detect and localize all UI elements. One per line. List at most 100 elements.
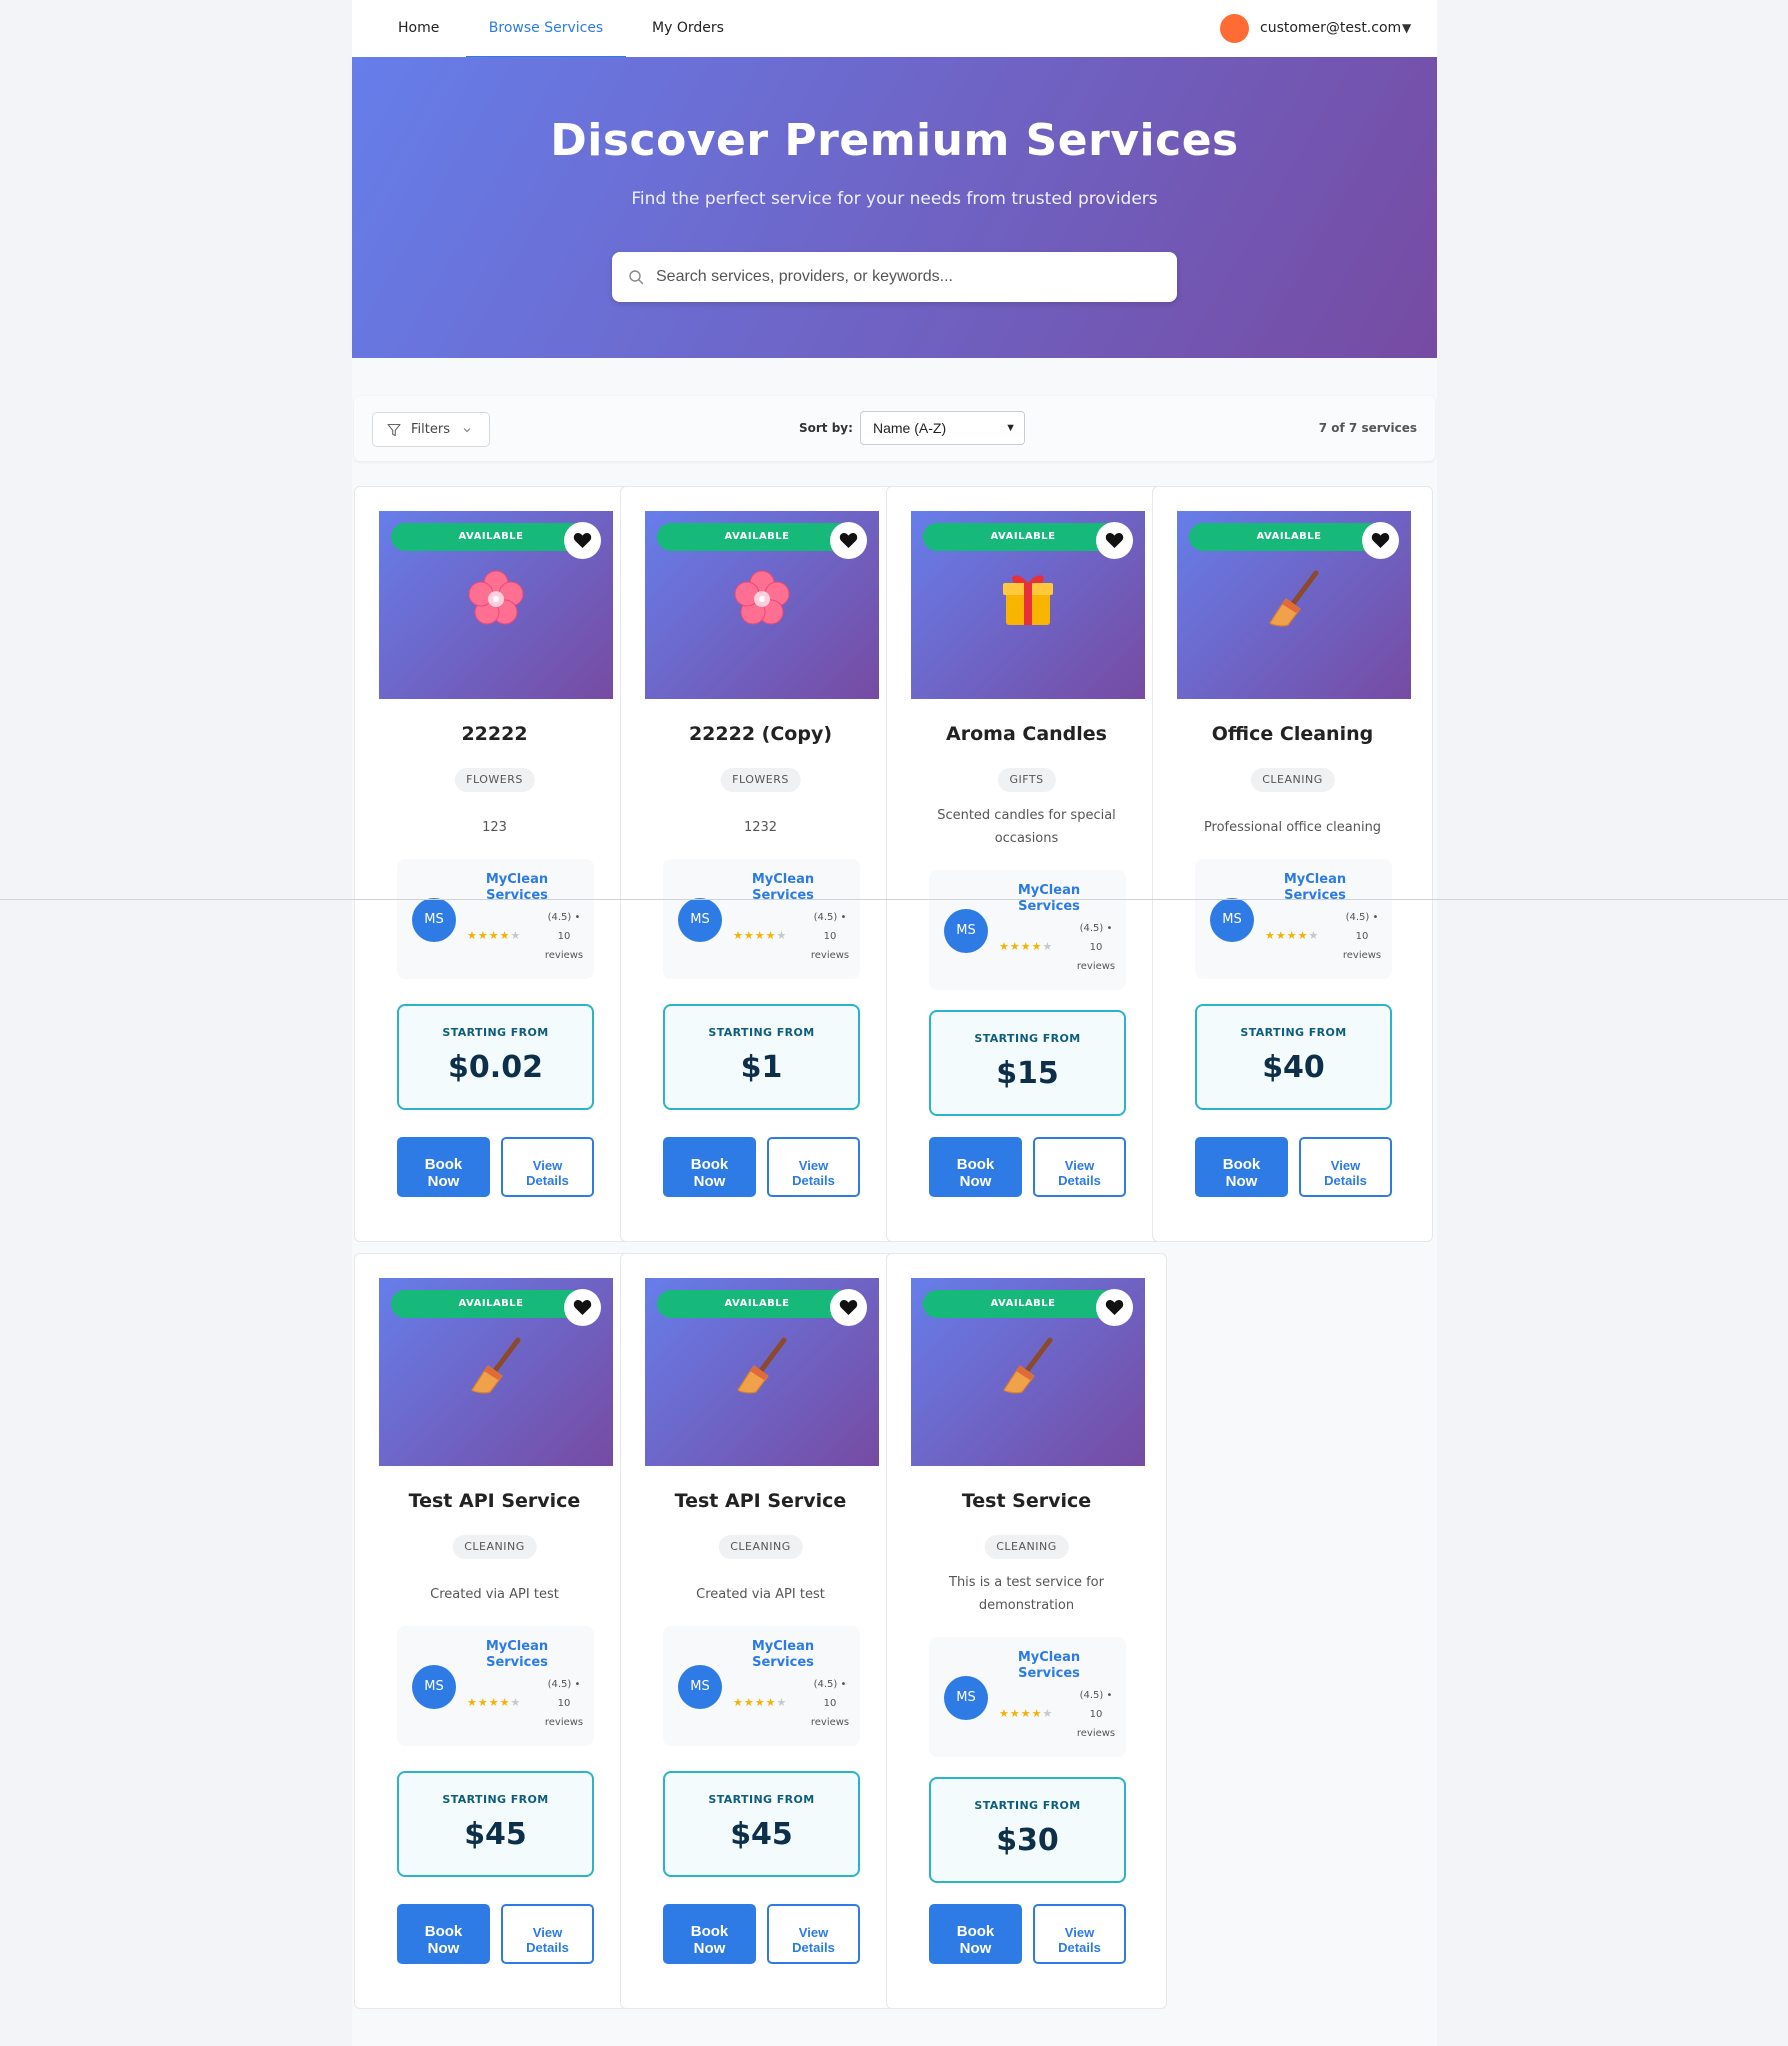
user-avatar[interactable] (1220, 14, 1249, 43)
user-menu-caret-icon[interactable]: ▼ (1402, 0, 1411, 57)
service-image[interactable]: AVAILABLE (379, 511, 613, 699)
search-box[interactable] (612, 252, 1177, 302)
view-details-button[interactable]: View Details (501, 1904, 594, 1964)
service-title[interactable]: 22222 (Copy) (621, 723, 900, 745)
price-box: STARTING FROM $15 (929, 1009, 1126, 1116)
service-description-line: Created via API test (430, 1587, 559, 1602)
service-card[interactable]: AVAILABLE Aroma Candles GIFTS Scented ca… (886, 486, 1167, 1242)
select-caret-icon: ▼ (1005, 422, 1016, 434)
service-image[interactable]: AVAILABLE (911, 1278, 1145, 1466)
book-now-button[interactable]: Book Now (929, 1137, 1022, 1197)
service-title[interactable]: Office Cleaning (1153, 723, 1432, 745)
provider-name[interactable]: MyClean Services (743, 1639, 823, 1671)
rating-stars: ★★★★★ (733, 1696, 788, 1709)
user-email[interactable]: customer@test.com (1260, 0, 1401, 57)
book-now-button[interactable]: Book Now (397, 1904, 490, 1964)
service-image[interactable]: AVAILABLE (645, 511, 879, 699)
provider-rating: (4.5) • 10 reviews (808, 1675, 852, 1732)
view-details-button[interactable]: View Details (767, 1904, 860, 1964)
search-input[interactable] (656, 252, 1156, 302)
book-label-line: Now (1225, 1173, 1258, 1190)
favorite-button[interactable] (830, 522, 867, 559)
provider-avatar: MS (1210, 898, 1254, 942)
service-card[interactable]: AVAILABLE 22222 FLOWERS 123 MS MyClean S… (354, 486, 635, 1242)
provider-panel[interactable]: MS MyClean Services ★★★★★ (4.5) • 10 rev… (663, 1626, 860, 1746)
book-now-button[interactable]: Book Now (663, 1137, 756, 1197)
price-value: $40 (1262, 1050, 1325, 1085)
nav-browse-services[interactable]: Browse Services (466, 0, 626, 59)
service-title[interactable]: 22222 (355, 723, 634, 745)
service-title[interactable]: Aroma Candles (887, 723, 1166, 745)
provider-panel[interactable]: MS MyClean Services ★★★★★ (4.5) • 10 rev… (929, 870, 1126, 990)
book-label-line: Book (690, 1156, 729, 1173)
provider-rating: (4.5) • 10 reviews (1340, 908, 1384, 965)
provider-name-line: MyClean (485, 1639, 549, 1654)
service-card[interactable]: AVAILABLE 22222 (Copy) FLOWERS 1232 MS M… (620, 486, 901, 1242)
service-card[interactable]: AVAILABLE Test API Service CLEANING Crea… (354, 1253, 635, 2009)
provider-name-line: MyClean (751, 1639, 815, 1654)
view-details-button[interactable]: View Details (1033, 1904, 1126, 1964)
broom-icon (379, 1334, 613, 1402)
filters-button[interactable]: Filters (372, 412, 490, 447)
service-title[interactable]: Test Service (887, 1490, 1166, 1512)
favorite-button[interactable] (564, 1289, 601, 1326)
favorite-button[interactable] (1096, 522, 1133, 559)
price-label: STARTING FROM (974, 1798, 1081, 1812)
service-title[interactable]: Test API Service (355, 1490, 634, 1512)
view-label-line: View (1064, 1158, 1095, 1173)
provider-name-line: MyClean (485, 872, 549, 887)
rating-stars: ★★★★★ (1265, 929, 1320, 942)
view-label-line: Details (1058, 1940, 1101, 1955)
filter-funnel-icon (387, 423, 401, 437)
book-now-button[interactable]: Book Now (1195, 1137, 1288, 1197)
sort-select[interactable]: Name (A-Z) ▼ (860, 411, 1025, 445)
favorite-button[interactable] (564, 522, 601, 559)
availability-badge: AVAILABLE (923, 1290, 1123, 1318)
provider-panel[interactable]: MS MyClean Services ★★★★★ (4.5) • 10 rev… (397, 859, 594, 979)
review-count: 10 (1089, 1709, 1103, 1720)
availability-badge: AVAILABLE (391, 523, 591, 551)
service-image[interactable]: AVAILABLE (911, 511, 1145, 699)
review-label: reviews (544, 950, 584, 961)
horizontal-divider (0, 899, 1788, 900)
favorite-button[interactable] (1362, 522, 1399, 559)
provider-rating: (4.5) • 10 reviews (1074, 1686, 1118, 1743)
provider-panel[interactable]: MS MyClean Services ★★★★★ (4.5) • 10 rev… (397, 1626, 594, 1746)
service-card[interactable]: AVAILABLE Test Service CLEANING This is … (886, 1253, 1167, 2009)
view-label-line: View (532, 1158, 563, 1173)
favorite-button[interactable] (1096, 1289, 1133, 1326)
review-count: 10 (557, 931, 571, 942)
service-description-line: Professional office cleaning (1203, 820, 1382, 835)
book-now-button[interactable]: Book Now (663, 1904, 756, 1964)
price-box: STARTING FROM $1 (663, 1004, 860, 1110)
view-details-button[interactable]: View Details (1299, 1137, 1392, 1197)
nav-my-orders[interactable]: My Orders (648, 0, 728, 57)
view-details-button[interactable]: View Details (1033, 1137, 1126, 1197)
book-label-line: Now (959, 1940, 992, 1957)
provider-name[interactable]: MyClean Services (477, 1639, 557, 1671)
favorite-button[interactable] (830, 1289, 867, 1326)
service-card[interactable]: AVAILABLE Office Cleaning CLEANING Profe… (1152, 486, 1433, 1242)
book-now-button[interactable]: Book Now (397, 1137, 490, 1197)
view-details-button[interactable]: View Details (501, 1137, 594, 1197)
book-label-line: Book (690, 1923, 729, 1940)
provider-panel[interactable]: MS MyClean Services ★★★★★ (4.5) • 10 rev… (1195, 859, 1392, 979)
provider-panel[interactable]: MS MyClean Services ★★★★★ (4.5) • 10 rev… (929, 1637, 1126, 1757)
service-description-line: 1232 (743, 820, 778, 835)
view-label-line: Details (792, 1940, 835, 1955)
heart-icon (1105, 532, 1124, 549)
broom-icon (911, 1334, 1145, 1402)
service-card[interactable]: AVAILABLE Test API Service CLEANING Crea… (620, 1253, 901, 2009)
service-image[interactable]: AVAILABLE (1177, 511, 1411, 699)
provider-rating: (4.5) • 10 reviews (1074, 919, 1118, 976)
service-image[interactable]: AVAILABLE (379, 1278, 613, 1466)
service-title[interactable]: Test API Service (621, 1490, 900, 1512)
service-description-line: Scented candles for special (937, 808, 1116, 823)
provider-panel[interactable]: MS MyClean Services ★★★★★ (4.5) • 10 rev… (663, 859, 860, 979)
service-image[interactable]: AVAILABLE (645, 1278, 879, 1466)
view-details-button[interactable]: View Details (767, 1137, 860, 1197)
book-now-button[interactable]: Book Now (929, 1904, 1022, 1964)
nav-home[interactable]: Home (398, 0, 439, 57)
review-count: 10 (823, 1698, 837, 1709)
provider-name[interactable]: MyClean Services (1009, 1650, 1089, 1682)
